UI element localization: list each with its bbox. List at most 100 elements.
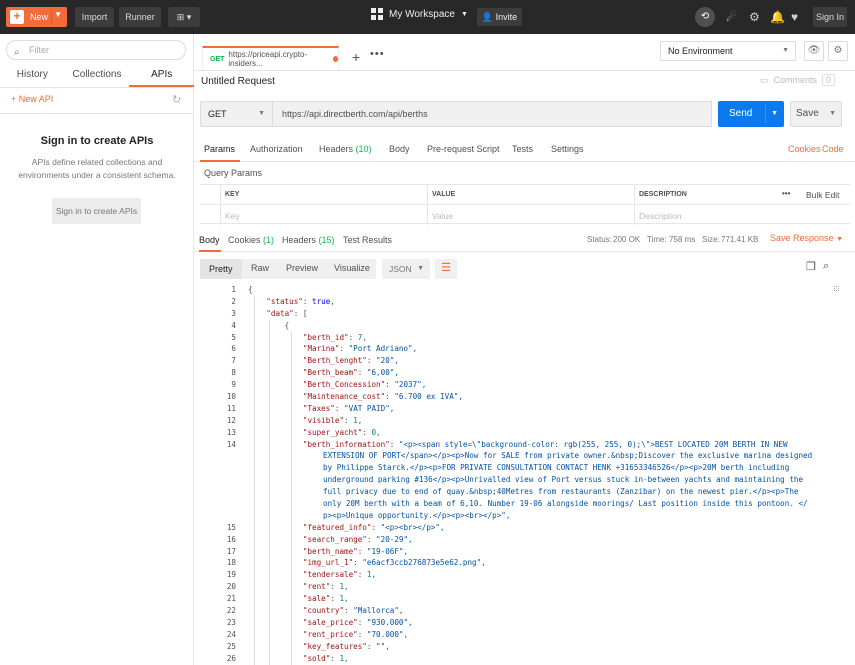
refresh-icon[interactable]: ↻ bbox=[172, 93, 181, 106]
view-raw[interactable]: Raw bbox=[251, 263, 269, 273]
copy-icon[interactable]: ❐ bbox=[806, 260, 816, 273]
add-tab-icon[interactable]: + bbox=[352, 49, 360, 65]
tab-history[interactable]: History bbox=[0, 64, 65, 87]
workspace-grid-icon bbox=[371, 8, 383, 20]
environment-select[interactable]: No Environment ▼ bbox=[660, 41, 796, 61]
line-number: 25 bbox=[226, 641, 236, 651]
code-link[interactable]: Code bbox=[822, 144, 844, 154]
view-preview[interactable]: Preview bbox=[286, 263, 318, 273]
size-label: Size: bbox=[702, 235, 720, 244]
code-text: "sold": 1, bbox=[302, 653, 349, 663]
response-body-editor[interactable]: 1{2 "status": true, 3 "data": [4 {5 "bert… bbox=[194, 284, 855, 665]
code-text: "super_yacht": 0, bbox=[302, 427, 381, 437]
code-text: "Berth_lenght": "20", bbox=[302, 356, 399, 366]
bulk-edit-link[interactable]: Bulk Edit bbox=[806, 190, 840, 200]
tab-headers-count: (10) bbox=[355, 144, 372, 154]
tab-body[interactable]: Body bbox=[389, 144, 410, 154]
url-input[interactable]: https://api.directberth.com/api/berths bbox=[273, 101, 712, 127]
chevron-down-icon[interactable]: ▼ bbox=[54, 10, 62, 19]
code-line: 25 "key_features": "", bbox=[194, 641, 855, 653]
plus-icon: + bbox=[10, 10, 24, 24]
more-icon[interactable]: ••• bbox=[782, 189, 790, 198]
code-line: 26 "sold": 1, bbox=[194, 653, 855, 665]
fold-marker-icon bbox=[834, 286, 839, 291]
tab-response-headers[interactable]: Headers (15) bbox=[282, 235, 335, 245]
method-select[interactable]: GET ▼ bbox=[200, 101, 273, 127]
separator bbox=[765, 105, 766, 123]
tab-apis[interactable]: APIs bbox=[129, 64, 195, 87]
sign-in-button[interactable]: Sign In bbox=[813, 7, 847, 27]
new-button-label: New bbox=[30, 12, 49, 22]
active-tab-indicator bbox=[200, 160, 240, 162]
tab-params[interactable]: Params bbox=[204, 144, 235, 154]
new-window-button[interactable]: ⊞ ▾ bbox=[168, 7, 200, 27]
workspace-switcher[interactable]: My Workspace ▼ bbox=[371, 8, 468, 20]
gear-icon[interactable]: ⚙ bbox=[828, 41, 848, 61]
code-line: 7 "Berth_lenght": "20", bbox=[194, 355, 855, 367]
send-button[interactable]: Send ▼ bbox=[718, 101, 784, 127]
save-response-button[interactable]: Save Response ▼ bbox=[770, 233, 843, 243]
line-number: 13 bbox=[226, 427, 236, 437]
chevron-down-icon[interactable]: ▼ bbox=[829, 102, 836, 126]
tab-collections[interactable]: Collections bbox=[65, 64, 130, 87]
tab-authorization[interactable]: Authorization bbox=[250, 144, 303, 154]
line-number: 15 bbox=[226, 522, 236, 532]
code-line: 21 "sale": 1, bbox=[194, 593, 855, 605]
unsaved-dot-icon bbox=[332, 56, 338, 62]
view-visualize[interactable]: Visualize bbox=[334, 263, 370, 273]
tab-resp-headers-label: Headers bbox=[282, 235, 317, 245]
sync-icon[interactable]: ⟲ bbox=[695, 7, 715, 27]
code-line: 15 "featured_info": "<p><br></p>", bbox=[194, 522, 855, 534]
wrap-lines-icon[interactable]: ☰ bbox=[435, 259, 457, 279]
tab-test-results[interactable]: Test Results bbox=[343, 235, 392, 245]
tab-headers[interactable]: Headers (10) bbox=[319, 144, 372, 154]
invite-label: Invite bbox=[495, 12, 518, 22]
satellite-icon[interactable]: ☄ bbox=[726, 10, 737, 24]
invite-button[interactable]: 👤 Invite bbox=[477, 8, 522, 26]
line-number: 4 bbox=[231, 320, 236, 330]
cookies-link[interactable]: Cookies bbox=[788, 144, 821, 154]
key-input[interactable]: Key bbox=[225, 211, 240, 221]
runner-button[interactable]: Runner bbox=[119, 7, 161, 27]
more-tabs-icon[interactable]: ••• bbox=[370, 48, 385, 60]
tab-headers-label: Headers bbox=[319, 144, 354, 154]
format-value: JSON bbox=[389, 264, 412, 274]
tab-settings[interactable]: Settings bbox=[551, 144, 584, 154]
code-line: 20 "rent": 1, bbox=[194, 581, 855, 593]
tab-response-cookies[interactable]: Cookies (1) bbox=[228, 235, 274, 245]
new-button[interactable]: + New ▼ bbox=[6, 7, 67, 27]
description-input[interactable]: Description bbox=[639, 211, 682, 221]
sign-in-create-apis-button[interactable]: Sign in to create APIs bbox=[52, 198, 141, 224]
empty-state-description: APIs define related collections and envi… bbox=[18, 157, 176, 180]
save-button[interactable]: Save ▼ bbox=[790, 101, 842, 127]
filter-input[interactable]: ⌕ Filter bbox=[6, 40, 186, 60]
eye-icon[interactable]: 👁 bbox=[804, 41, 824, 61]
settings-icon[interactable]: ⚙ bbox=[749, 10, 760, 24]
line-number: 20 bbox=[226, 582, 236, 592]
status-label: Status: bbox=[587, 235, 612, 244]
sidebar: ⌕ Filter History Collections APIs + New … bbox=[0, 34, 195, 665]
notification-bell-icon[interactable]: 🔔 bbox=[770, 10, 785, 24]
code-line: full privacy due to end of quay.&nbsp;40… bbox=[194, 486, 855, 498]
url-bar: GET ▼ https://api.directberth.com/api/be… bbox=[200, 101, 712, 127]
request-tab[interactable]: GET https://priceapi.crypto-insiders... bbox=[202, 46, 339, 70]
new-api-button[interactable]: + New API bbox=[11, 94, 53, 104]
view-pretty[interactable]: Pretty bbox=[200, 259, 242, 279]
code-text: "tendersale": 1, bbox=[302, 570, 377, 580]
line-number: 7 bbox=[231, 356, 236, 366]
tab-tests[interactable]: Tests bbox=[512, 144, 533, 154]
value-input[interactable]: Value bbox=[432, 211, 453, 221]
format-select[interactable]: JSON ▼ bbox=[382, 259, 430, 279]
chevron-down-icon[interactable]: ▼ bbox=[771, 101, 778, 127]
code-text: "Berth_Concession": "2037", bbox=[302, 380, 427, 390]
code-line: 6 "Marina": "Port Adriano", bbox=[194, 343, 855, 355]
import-button[interactable]: Import bbox=[75, 7, 114, 27]
code-line: 10 "Maintenance_cost": "6.700 ex IVA", bbox=[194, 391, 855, 403]
code-line: 11 "Taxes": "VAT PAID", bbox=[194, 403, 855, 415]
tab-response-body[interactable]: Body bbox=[199, 235, 220, 245]
search-icon[interactable]: ⌕ bbox=[823, 260, 829, 273]
comments-button[interactable]: ▭ Comments 0 bbox=[760, 74, 836, 86]
code-text: only 20M berth with a beam of 6,10. Numb… bbox=[323, 499, 808, 509]
heart-icon[interactable]: ♥ bbox=[791, 10, 798, 24]
tab-pre-request-script[interactable]: Pre-request Script bbox=[427, 144, 500, 154]
